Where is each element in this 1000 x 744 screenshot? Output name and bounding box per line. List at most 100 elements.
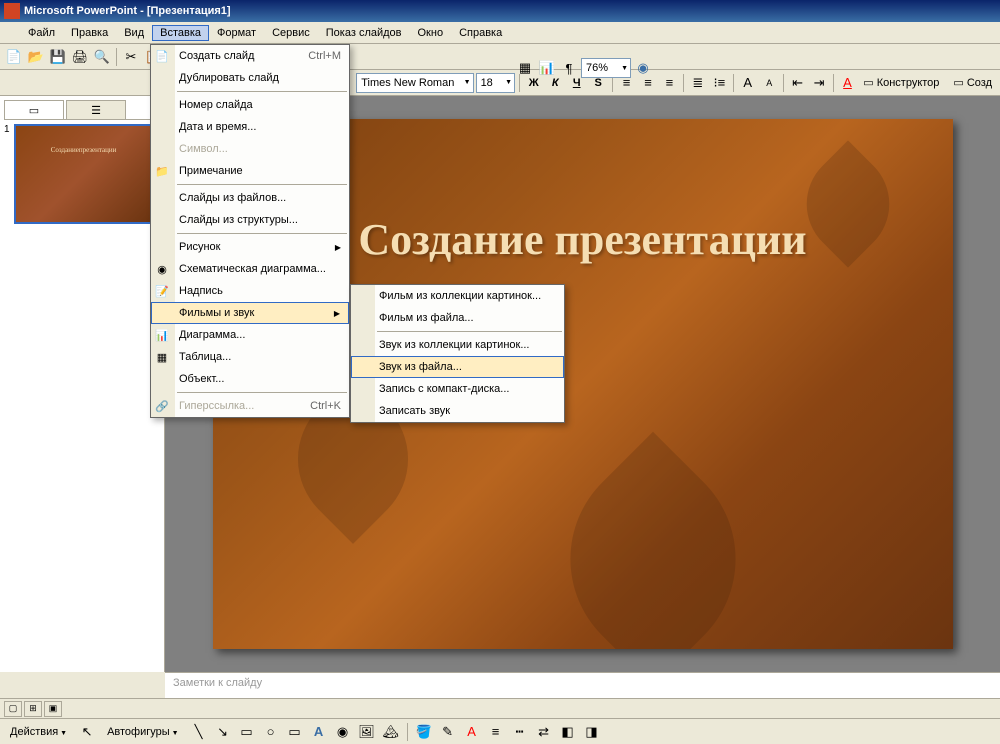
dash-style-icon[interactable]: ┅ [510, 722, 530, 742]
font-dropdown[interactable]: Times New Roman [356, 73, 473, 93]
menu-edit[interactable]: Правка [63, 25, 116, 41]
menu-item[interactable]: Фильм из коллекции картинок... [351, 285, 564, 307]
decrease-indent-icon[interactable]: ⇤ [788, 73, 807, 93]
arrow-style-icon[interactable]: ⇄ [534, 722, 554, 742]
new-icon[interactable]: 📄 [4, 47, 24, 67]
font-color-icon[interactable]: A [838, 73, 857, 93]
menu-item[interactable]: Записать звук [351, 400, 564, 422]
menu-item-label: Надпись [179, 285, 223, 297]
menu-item-icon: 📄 [154, 48, 170, 64]
menu-item[interactable]: Фильмы и звук▶ [151, 302, 349, 324]
menu-item-label: Создать слайд [179, 50, 254, 62]
bullets-icon[interactable]: ⁝≡ [710, 73, 729, 93]
menu-item-label: Символ... [179, 143, 228, 155]
app-name: Microsoft PowerPoint [24, 5, 137, 17]
menu-window[interactable]: Окно [410, 25, 452, 41]
separator [683, 74, 684, 92]
menu-view[interactable]: Вид [116, 25, 152, 41]
design-button[interactable]: ▭ Конструктор [859, 76, 943, 89]
menu-item-label: Рисунок [179, 241, 221, 253]
select-icon[interactable]: ↖ [77, 722, 97, 742]
increase-font-icon[interactable]: A [738, 73, 757, 93]
menu-item[interactable]: 📄Создать слайдCtrl+M [151, 45, 349, 67]
drawing-toolbar: Действия ↖ Автофигуры ╲ ↘ ▭ ○ ▭ A ◉ 🖼 🏔 … [0, 718, 1000, 744]
3d-style-icon[interactable]: ◨ [582, 722, 602, 742]
separator [733, 74, 734, 92]
textbox-icon[interactable]: ▭ [285, 722, 305, 742]
slide-thumbnail-1[interactable]: 1 Созданиепрезентации [4, 124, 160, 224]
menu-file[interactable]: Файл [20, 25, 63, 41]
menu-item: Символ... [151, 138, 349, 160]
menu-item-label: Слайды из структуры... [179, 214, 298, 226]
shadow-style-icon[interactable]: ◧ [558, 722, 578, 742]
clipart-icon[interactable]: 🖼 [357, 722, 377, 742]
menu-separator [177, 392, 347, 393]
notes-area[interactable]: Заметки к слайду [165, 672, 1000, 698]
arrow-icon[interactable]: ↘ [213, 722, 233, 742]
show-hide-icon[interactable]: ¶ [559, 58, 579, 78]
tab-slides[interactable]: ▭ [4, 100, 64, 119]
save-icon[interactable]: 💾 [48, 47, 68, 67]
print-icon[interactable]: 🖨 [70, 47, 90, 67]
line-style-icon[interactable]: ≡ [486, 722, 506, 742]
diagram-icon[interactable]: ◉ [333, 722, 353, 742]
align-right-icon[interactable]: ≡ [660, 73, 679, 93]
normal-view-icon[interactable]: ▢ [4, 701, 22, 717]
zoom-dropdown[interactable]: 76% [581, 58, 631, 78]
rectangle-icon[interactable]: ▭ [237, 722, 257, 742]
menu-item-label: Звук из коллекции картинок... [379, 339, 530, 351]
numbering-icon[interactable]: ≣ [688, 73, 707, 93]
menu-item[interactable]: Звук из файла... [351, 356, 564, 378]
tab-outline[interactable]: ☰ [66, 100, 126, 119]
menu-item[interactable]: 📊Диаграмма... [151, 324, 349, 346]
new-slide-button[interactable]: ▭ Созд [949, 76, 996, 89]
autoshapes-menu[interactable]: Автофигуры [101, 726, 184, 738]
actions-menu[interactable]: Действия [4, 726, 73, 738]
slide-tabs: ▭ ☰ [4, 100, 160, 120]
help-icon[interactable]: ◉ [633, 58, 653, 78]
font-color-icon[interactable]: A [462, 722, 482, 742]
menu-tools[interactable]: Сервис [264, 25, 318, 41]
menu-item[interactable]: Дата и время... [151, 116, 349, 138]
thumbnail[interactable]: Созданиепрезентации [14, 124, 154, 224]
oval-icon[interactable]: ○ [261, 722, 281, 742]
menu-item[interactable]: ▦Таблица... [151, 346, 349, 368]
menu-insert[interactable]: Вставка [152, 25, 209, 41]
table-icon[interactable]: ▦ [515, 58, 535, 78]
menu-item[interactable]: Объект... [151, 368, 349, 390]
line-icon[interactable]: ╲ [189, 722, 209, 742]
menu-separator [177, 233, 347, 234]
menu-item[interactable]: Слайды из файлов... [151, 187, 349, 209]
menu-item[interactable]: 📝Надпись [151, 280, 349, 302]
menu-item[interactable]: Рисунок▶ [151, 236, 349, 258]
line-color-icon[interactable]: ✎ [438, 722, 458, 742]
slideshow-view-icon[interactable]: ▣ [44, 701, 62, 717]
menu-help[interactable]: Справка [451, 25, 510, 41]
wordart-icon[interactable]: A [309, 722, 329, 742]
menu-item[interactable]: Слайды из структуры... [151, 209, 349, 231]
menu-item[interactable]: Фильм из файла... [351, 307, 564, 329]
picture-icon[interactable]: 🏔 [381, 722, 401, 742]
menu-item[interactable]: ◉Схематическая диаграмма... [151, 258, 349, 280]
menu-slideshow[interactable]: Показ слайдов [318, 25, 410, 41]
menu-item[interactable]: Запись с компакт-диска... [351, 378, 564, 400]
menu-shortcut: Ctrl+K [310, 400, 341, 412]
menu-item[interactable]: Дублировать слайд [151, 67, 349, 89]
chart-icon[interactable]: 📊 [537, 58, 557, 78]
menu-item[interactable]: 📁Примечание [151, 160, 349, 182]
menu-separator [377, 331, 562, 332]
doc-name: [Презентация1] [147, 5, 231, 17]
sorter-view-icon[interactable]: ⊞ [24, 701, 42, 717]
preview-icon[interactable]: 🔍 [92, 47, 112, 67]
open-icon[interactable]: 📂 [26, 47, 46, 67]
increase-indent-icon[interactable]: ⇥ [809, 73, 828, 93]
decrease-font-icon[interactable]: A [759, 73, 778, 93]
menu-format[interactable]: Формат [209, 25, 264, 41]
fill-color-icon[interactable]: 🪣 [414, 722, 434, 742]
menu-item[interactable]: Номер слайда [151, 94, 349, 116]
cut-icon[interactable]: ✂ [121, 47, 141, 67]
menu-item-label: Слайды из файлов... [179, 192, 286, 204]
separator [407, 723, 408, 741]
menu-item[interactable]: Звук из коллекции картинок... [351, 334, 564, 356]
font-size-dropdown[interactable]: 18 [476, 73, 516, 93]
